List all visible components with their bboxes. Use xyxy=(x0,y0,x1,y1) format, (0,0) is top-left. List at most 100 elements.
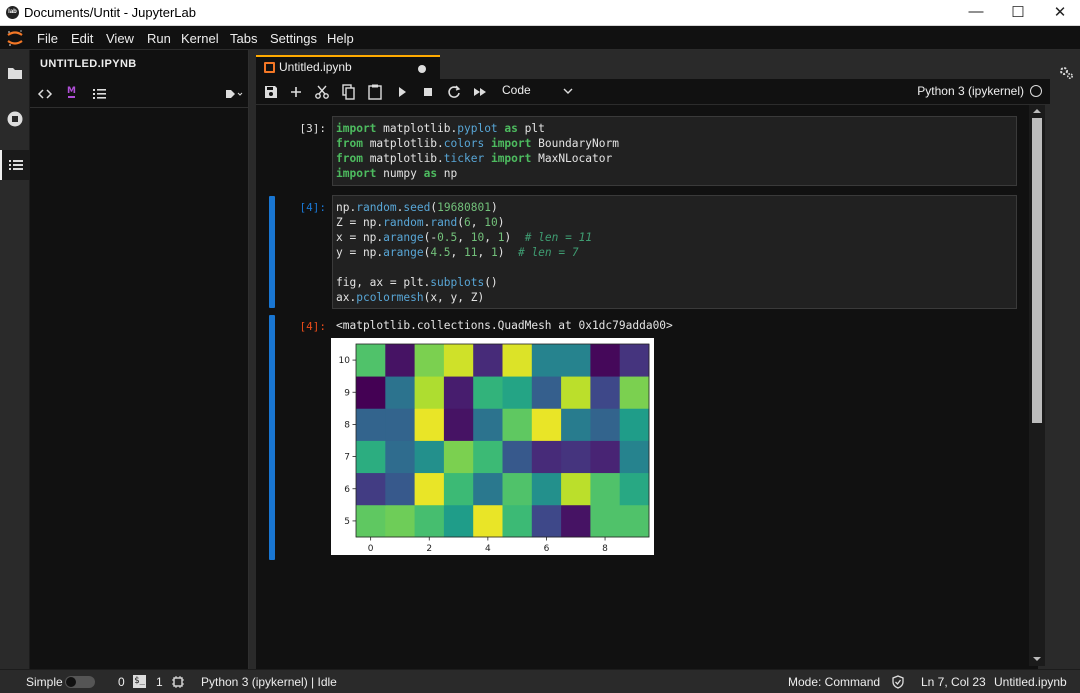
heatmap-cell xyxy=(531,376,562,409)
heatmap-cell xyxy=(473,504,503,538)
code-token: , xyxy=(450,246,465,259)
add-cell-icon[interactable] xyxy=(287,83,305,101)
jupyter-logo-icon xyxy=(7,30,23,46)
shield-check-icon[interactable] xyxy=(891,675,905,689)
window-title: Documents/Untit - JupyterLab xyxy=(24,5,196,20)
code-token: from xyxy=(336,137,363,150)
output-collapse-bar[interactable] xyxy=(269,315,275,560)
code-token: seed xyxy=(403,201,431,214)
menu-run[interactable]: Run xyxy=(147,31,171,46)
heatmap-cell xyxy=(619,440,650,474)
unsaved-dot-icon[interactable] xyxy=(418,65,426,73)
code-token: matplotlib. xyxy=(362,152,444,165)
window-titlebar: lab Documents/Untit - JupyterLab — ☐ ✕ xyxy=(0,0,1080,26)
kernel-name[interactable]: Python 3 (ipykernel) xyxy=(917,84,1024,98)
code-line: Z = np.random.rand(6, 10) xyxy=(336,215,1013,230)
restart-icon[interactable] xyxy=(445,83,463,101)
heatmap-cell xyxy=(356,472,386,506)
code-line: from matplotlib.colors import BoundaryNo… xyxy=(336,136,1013,151)
code-line: import matplotlib.pyplot as plt xyxy=(336,121,1013,136)
kernel-chip-icon[interactable] xyxy=(171,675,185,689)
left-activity-bar xyxy=(0,50,30,669)
heatmap-cell xyxy=(385,472,415,506)
code-token: as xyxy=(423,167,438,180)
scroll-down-icon[interactable] xyxy=(1032,655,1042,663)
cell-type-select[interactable]: Code xyxy=(502,83,531,97)
running-kernels-button[interactable] xyxy=(0,104,30,134)
menu-bar: File Edit View Run Kernel Tabs Settings … xyxy=(0,26,1080,50)
heatmap-cell xyxy=(590,504,621,538)
x-tick-label: 2 xyxy=(426,544,432,554)
heatmap-cell xyxy=(502,504,533,538)
code-token: ax. xyxy=(336,291,357,304)
cell-prompt: [3]: xyxy=(299,122,327,135)
heatmap-cell xyxy=(590,472,621,506)
menu-file[interactable]: File xyxy=(37,31,58,46)
heatmap-cell xyxy=(561,344,591,377)
chevron-down-icon[interactable] xyxy=(561,84,575,98)
menu-kernel[interactable]: Kernel xyxy=(181,31,219,46)
terminal-icon[interactable]: $_ xyxy=(133,675,146,688)
file-browser-button[interactable] xyxy=(0,58,30,88)
scroll-up-icon[interactable] xyxy=(1032,107,1042,115)
code-token: import xyxy=(490,137,532,150)
simple-mode-toggle[interactable] xyxy=(65,676,95,688)
cursor-position[interactable]: Ln 7, Col 23 xyxy=(921,675,986,689)
kernel-status[interactable]: Python 3 (ipykernel) | Idle xyxy=(201,675,337,689)
numbered-list-icon[interactable] xyxy=(92,87,108,101)
y-tick-label: 5 xyxy=(344,517,350,527)
heatmap-cell xyxy=(473,376,503,409)
menu-help[interactable]: Help xyxy=(327,31,354,46)
notebook-scrollbar[interactable] xyxy=(1029,105,1045,666)
run-icon[interactable] xyxy=(393,83,411,101)
table-of-contents-panel: UNTITLED.IPYNB M xyxy=(30,50,249,669)
menu-edit[interactable]: Edit xyxy=(71,31,93,46)
heatmap-cell xyxy=(356,504,386,538)
code-token: subplots xyxy=(430,276,485,289)
heatmap-cell xyxy=(502,440,533,474)
minimize-button[interactable]: — xyxy=(956,3,996,20)
svg-text:M: M xyxy=(67,86,76,96)
paste-icon[interactable] xyxy=(366,83,384,101)
markdown-icon[interactable]: M xyxy=(66,84,78,102)
save-icon[interactable] xyxy=(262,83,280,101)
code-token: fig, ax = plt. xyxy=(336,276,431,289)
tag-dropdown-icon[interactable] xyxy=(224,87,244,101)
code-token: ) xyxy=(497,246,518,259)
code-token: ) xyxy=(504,231,525,244)
heatmap-cell xyxy=(356,344,386,377)
heatmap-cell xyxy=(414,472,445,506)
menu-tabs[interactable]: Tabs xyxy=(230,31,257,46)
scrollbar-thumb[interactable] xyxy=(1032,118,1042,423)
heatmap-cell xyxy=(385,408,415,441)
code-token: BoundaryNorm xyxy=(531,137,619,150)
heatmap-cell xyxy=(502,376,533,409)
menu-settings[interactable]: Settings xyxy=(270,31,317,46)
fast-forward-icon[interactable] xyxy=(471,83,489,101)
heatmap-cell xyxy=(385,504,415,538)
table-of-contents-button[interactable] xyxy=(0,150,30,180)
heatmap-cell xyxy=(414,504,445,538)
heatmap-cell xyxy=(414,344,445,377)
property-inspector-gear-icon[interactable] xyxy=(1057,64,1075,82)
code-line: from matplotlib.ticker import MaxNLocato… xyxy=(336,151,1013,166)
heatmap-cell xyxy=(443,472,474,506)
cut-icon[interactable] xyxy=(313,83,331,101)
tab-untitled-ipynb[interactable]: Untitled.ipynb xyxy=(256,55,440,79)
code-token: , xyxy=(470,216,485,229)
heatmap-cell xyxy=(561,504,591,538)
code-token: 10 xyxy=(470,231,485,244)
maximize-button[interactable]: ☐ xyxy=(998,3,1038,21)
stop-icon[interactable] xyxy=(419,83,437,101)
code-cell-editor[interactable]: import matplotlib.pyplot as plt from matp… xyxy=(332,116,1017,186)
code-brackets-icon[interactable] xyxy=(37,87,53,101)
code-cell-editor[interactable]: np.random.seed(19680801) Z = np.random.ra… xyxy=(332,195,1017,309)
heatmap-cell xyxy=(619,472,650,506)
y-tick-label: 6 xyxy=(344,485,350,495)
copy-icon[interactable] xyxy=(340,83,358,101)
close-button[interactable]: ✕ xyxy=(1040,3,1080,21)
heatmap-cell xyxy=(561,440,591,474)
code-token: arange xyxy=(383,231,424,244)
menu-view[interactable]: View xyxy=(106,31,134,46)
